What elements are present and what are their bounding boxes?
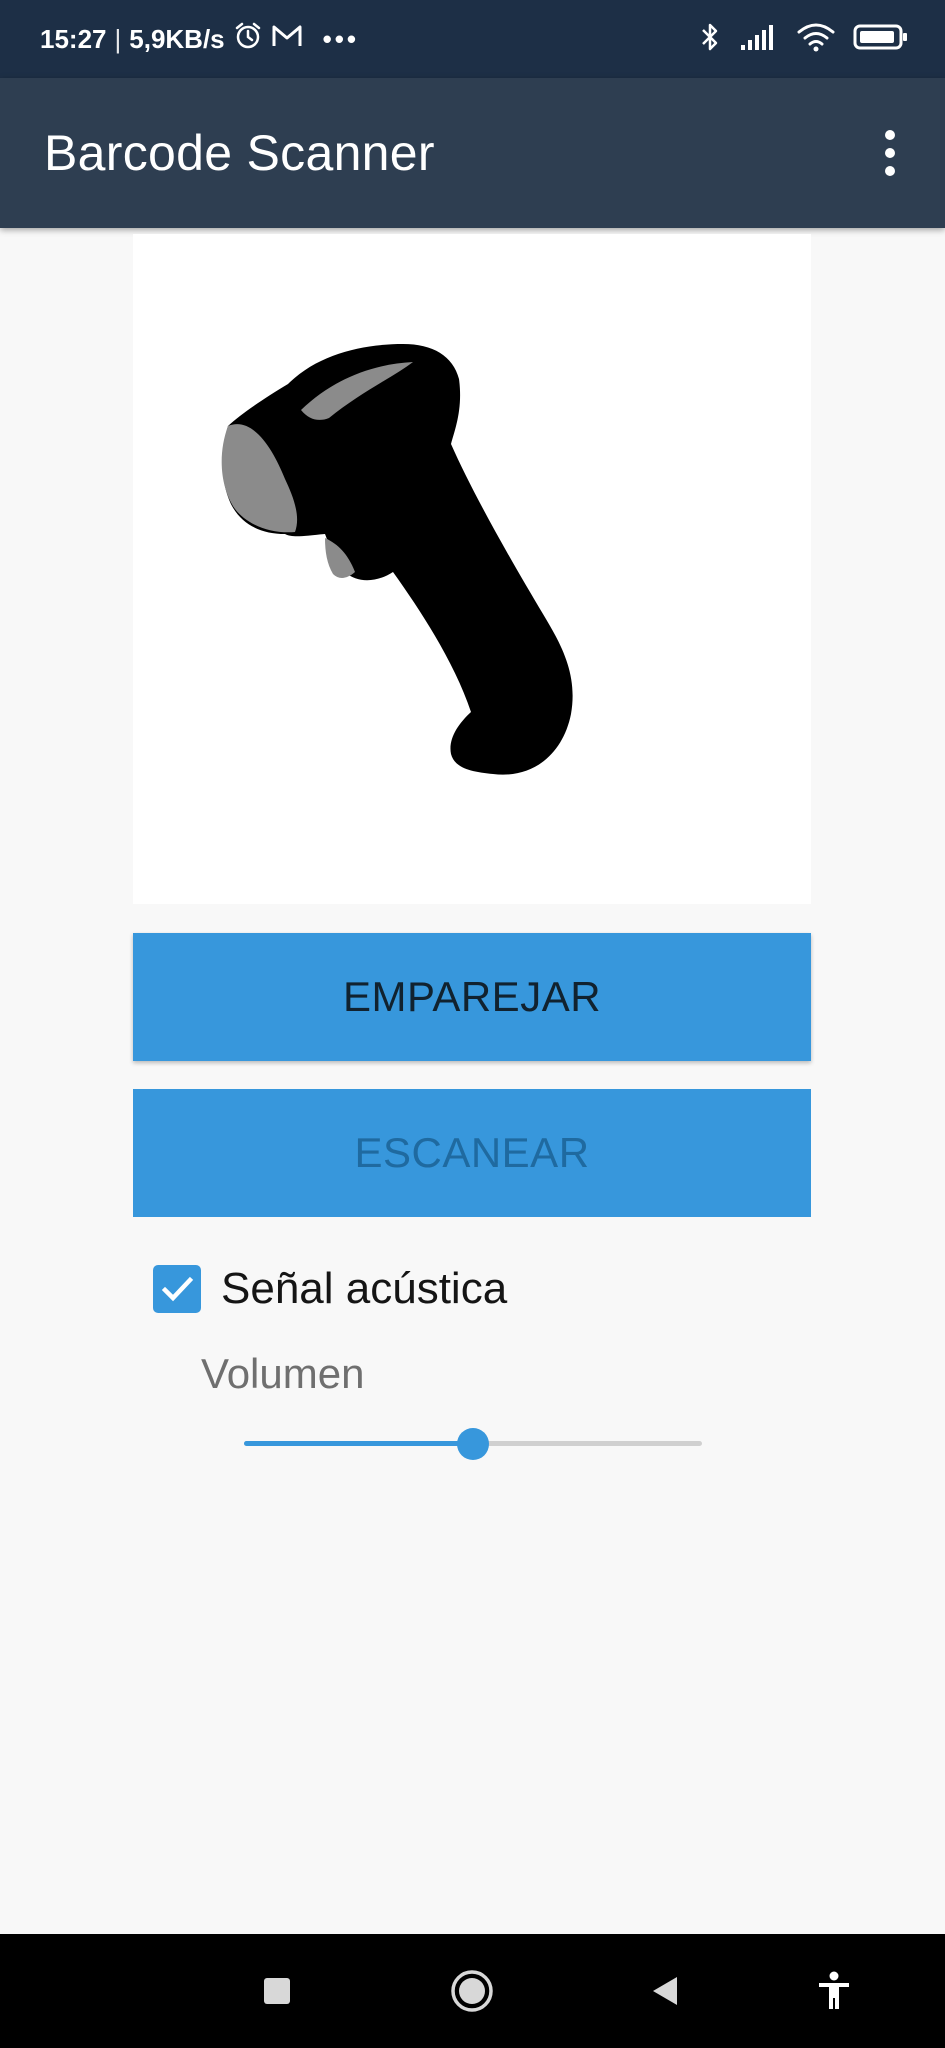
status-left-group: 15:27 | 5,9KB/s ••• <box>40 0 359 78</box>
gmail-icon <box>271 22 303 57</box>
recents-icon[interactable] <box>252 1934 302 2048</box>
accessibility-icon[interactable] <box>814 1934 854 2048</box>
scan-button[interactable]: ESCANEAR <box>133 1089 811 1217</box>
more-notifications-icon: ••• <box>322 23 359 54</box>
status-right-group <box>699 0 909 78</box>
volume-slider[interactable] <box>244 1428 702 1460</box>
scanner-image-panel <box>133 234 811 904</box>
wifi-icon <box>797 22 835 57</box>
status-bar: 15:27 | 5,9KB/s ••• <box>0 0 945 78</box>
navigation-bar <box>0 1934 945 2048</box>
alarm-icon <box>233 21 263 58</box>
status-time: 15:27 <box>40 23 107 54</box>
bluetooth-icon <box>699 21 721 58</box>
checkmark-icon <box>161 1276 194 1302</box>
back-icon[interactable] <box>644 1934 684 2048</box>
barcode-scanner-icon <box>221 344 573 775</box>
signal-icon <box>739 23 779 56</box>
beep-checkbox-row[interactable]: Señal acústica <box>153 1262 507 1316</box>
slider-fill <box>244 1441 473 1446</box>
home-icon[interactable] <box>446 1934 498 2048</box>
app-title: Barcode Scanner <box>44 125 435 181</box>
beep-checkbox[interactable] <box>153 1265 201 1313</box>
app-bar: Barcode Scanner <box>0 78 945 228</box>
more-vert-icon[interactable] <box>875 128 905 178</box>
status-separator: | <box>114 23 122 54</box>
pair-button[interactable]: EMPAREJAR <box>133 933 811 1061</box>
beep-label: Señal acústica <box>221 1264 508 1313</box>
slider-thumb[interactable] <box>457 1428 489 1460</box>
battery-icon <box>853 23 909 56</box>
volume-label: Volumen <box>201 1350 365 1397</box>
network-speed: 5,9KB/s <box>129 23 225 54</box>
